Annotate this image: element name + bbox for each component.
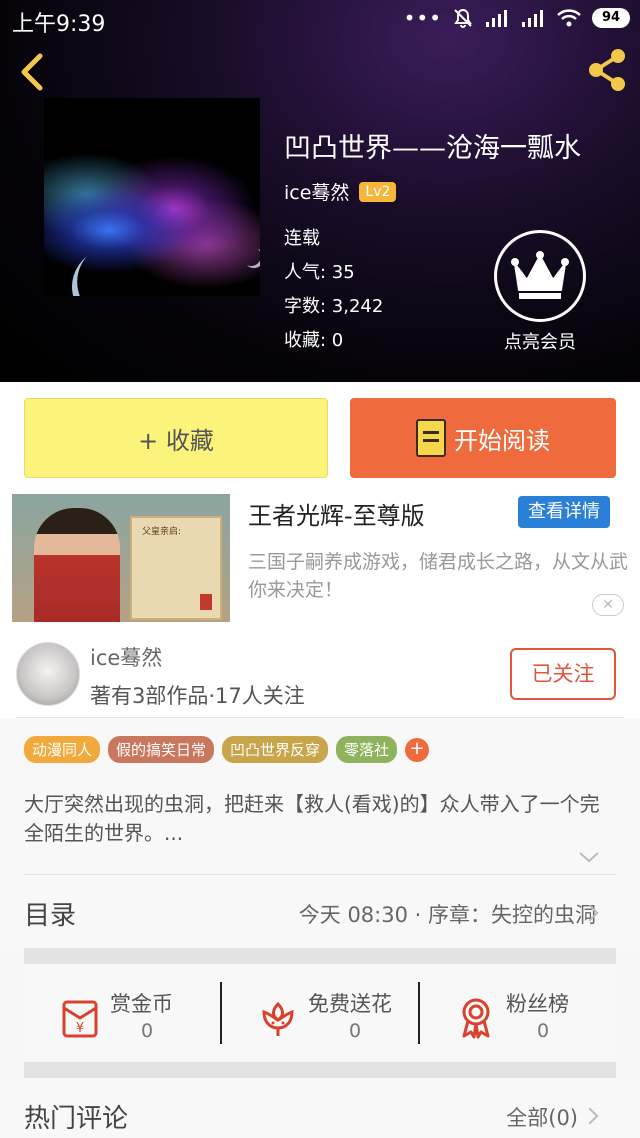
action-bar: + 收藏 开始阅读	[0, 382, 640, 486]
share-icon	[589, 49, 625, 91]
book-popularity: 人气: 35	[284, 262, 355, 283]
author-name[interactable]: ice蓦然	[284, 178, 349, 205]
status-time: 上午9:39	[12, 12, 106, 37]
hot-comments-label: 热门评论	[24, 1104, 129, 1134]
chevron-left-icon	[21, 53, 43, 91]
avatar[interactable]	[16, 642, 80, 706]
wifi-icon	[557, 9, 581, 27]
flower-icon	[262, 1001, 294, 1036]
tag-item[interactable]: 假的搞笑日常	[108, 736, 215, 763]
tag-list: 动漫同人 假的搞笑日常 凹凸世界反穿 零落社 +	[24, 736, 430, 763]
author-row: ice蓦然 Lv2	[284, 178, 397, 205]
section-gap	[24, 1062, 616, 1078]
reward-title: 免费送花	[308, 992, 392, 1016]
all-comments-link[interactable]: 全部(0)	[506, 1102, 578, 1132]
reward-coins-button[interactable]: ¥ 赏金币 0	[24, 982, 220, 1062]
latest-chapter[interactable]: 今天 08:30 · 序章：失控的虫洞	[299, 899, 596, 929]
intro-text: 大厅突然出现的虫洞，把赶来【救人(看戏)的】众人带入了一个完全陌生的世界。...	[24, 792, 600, 845]
book-status: 连载	[284, 228, 320, 249]
vip-label: 点亮会员	[504, 332, 576, 353]
ad-close-button[interactable]: ✕	[592, 594, 624, 616]
author-card-meta: 著有3部作品·17人关注	[90, 684, 305, 708]
view-details-button[interactable]: 查看详情	[518, 496, 610, 528]
ad-description: 三国子嗣养成游戏，储君成长之路，从文从武你来决定！	[248, 551, 629, 601]
start-reading-label: 开始阅读	[454, 426, 550, 455]
ad-character-image	[34, 508, 120, 622]
book-header: 上午9:39 ••• 94 凹凸世界——沧海一瓢水 ice蓦然 Lv2 连载 人…	[0, 0, 640, 382]
ad-image[interactable]: 父皇亲启:	[12, 494, 230, 622]
catalog-label: 目录	[24, 901, 77, 931]
book-favorites: 收藏: 0	[284, 330, 344, 351]
ad-banner[interactable]: 父皇亲启: 王者光辉-至尊版 查看详情 三国子嗣养成游戏，储君成长之路，从文从武…	[0, 486, 640, 632]
ad-scroll-text: 父皇亲启:	[142, 527, 182, 537]
hot-comments-header: 热门评论 全部(0)	[0, 1078, 640, 1138]
status-icons: ••• 94	[404, 7, 630, 29]
share-button[interactable]	[584, 46, 630, 94]
book-intro: 动漫同人 假的搞笑日常 凹凸世界反穿 零落社 + 大厅突然出现的虫洞，把赶来【救…	[0, 718, 640, 874]
battery-icon: 94	[592, 8, 630, 28]
book-title: 凹凸世界——沧海一瓢水	[284, 133, 581, 164]
reward-title: 赏金币	[110, 992, 173, 1016]
red-envelope-icon: ¥	[62, 1000, 98, 1038]
book-icon	[416, 419, 446, 457]
tag-item[interactable]: 零落社	[336, 736, 398, 763]
ad-title[interactable]: 王者光辉-至尊版	[248, 496, 425, 531]
book-cover	[44, 98, 260, 296]
follow-button[interactable]: 已关注	[510, 648, 616, 700]
svg-text:¥: ¥	[76, 1021, 84, 1036]
ad-scroll-image: 父皇亲启:	[130, 516, 222, 620]
ribbon-badge-icon	[462, 998, 490, 1039]
tag-item[interactable]: 动漫同人	[24, 736, 101, 763]
status-bar: 上午9:39 ••• 94	[0, 0, 640, 40]
signal-icon-2	[522, 10, 543, 27]
chevron-right-icon	[581, 1107, 599, 1125]
back-button[interactable]	[14, 50, 50, 94]
fan-ranking-button[interactable]: 粉丝榜 0	[420, 982, 616, 1062]
reward-bar: ¥ 赏金币 0 免费送花 0 粉丝榜 0	[24, 964, 616, 1078]
send-flower-button[interactable]: 免费送花 0	[222, 982, 418, 1062]
book-word-count: 字数: 3,242	[284, 296, 384, 317]
add-tag-button[interactable]: +	[405, 737, 430, 762]
small-planet-image	[244, 248, 260, 268]
level-badge: Lv2	[359, 181, 397, 202]
start-reading-button[interactable]: 开始阅读	[350, 398, 616, 478]
seal-stamp	[200, 594, 212, 610]
catalog-row[interactable]: 目录 今天 08:30 · 序章：失控的虫洞	[0, 875, 640, 951]
author-card: ice蓦然 著有3部作品·17人关注 已关注	[0, 632, 640, 718]
crown-icon-circle	[494, 230, 586, 322]
vip-button[interactable]: 点亮会员	[490, 230, 590, 354]
chevron-down-icon[interactable]	[578, 850, 600, 864]
tag-item[interactable]: 凹凸世界反穿	[222, 736, 329, 763]
crown-icon	[511, 251, 569, 299]
reward-title: 粉丝榜	[506, 992, 569, 1016]
signal-icon	[486, 10, 507, 27]
reward-value: 0	[348, 1020, 362, 1042]
reward-value: 0	[536, 1020, 550, 1042]
collect-button[interactable]: + 收藏	[24, 398, 328, 478]
section-gap	[24, 948, 616, 964]
author-card-name[interactable]: ice蓦然	[90, 642, 162, 672]
mute-bell-icon	[454, 8, 472, 28]
more-dots-icon: •••	[403, 6, 442, 30]
reward-value: 0	[140, 1020, 154, 1042]
